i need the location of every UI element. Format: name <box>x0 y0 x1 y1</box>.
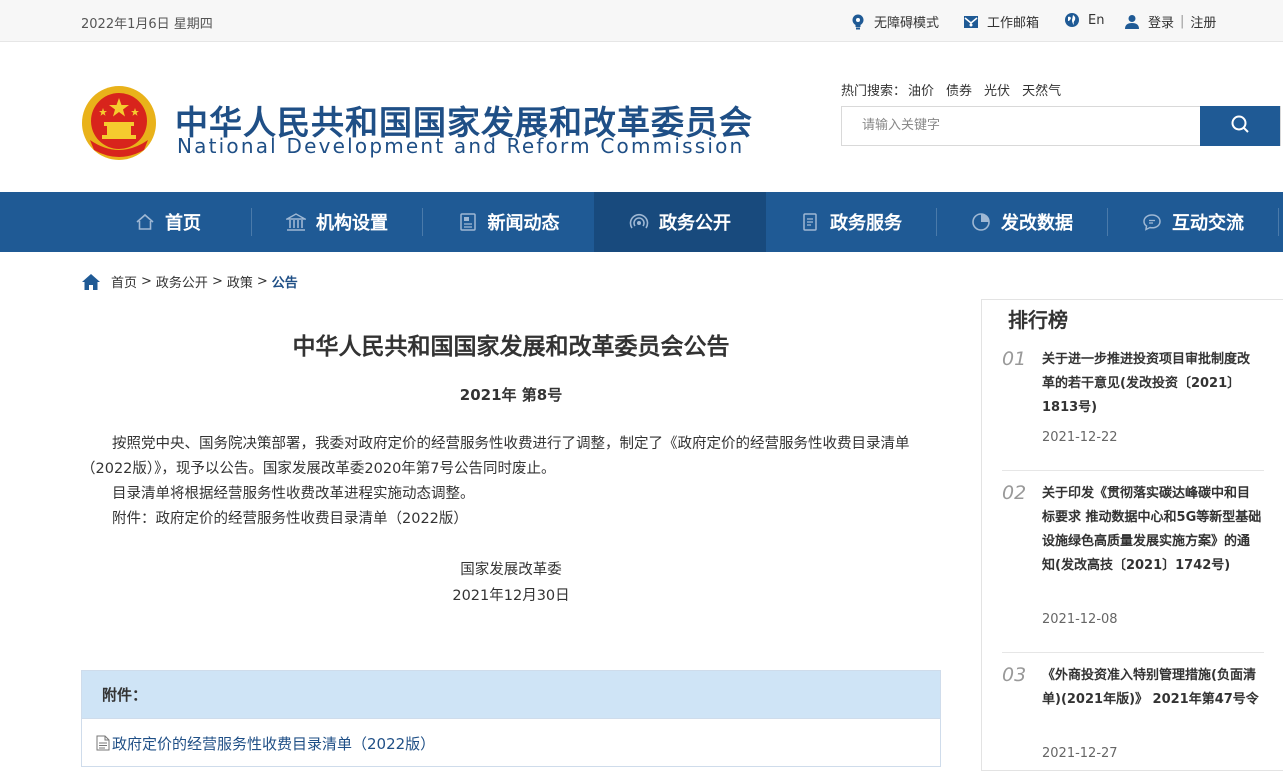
mailbox-label: 工作邮箱 <box>987 16 1040 31</box>
article-sign-date: 2021年12月30日 <box>452 588 570 604</box>
article-paragraph: 目录清单将根据经营服务性收费改革进程实施动态调整。 <box>112 486 475 502</box>
attachment-link-text: 政府定价的经营服务性收费目录清单（2022版） <box>112 734 436 753</box>
language-label: En <box>1088 12 1105 28</box>
english-version-link[interactable]: En <box>1064 12 1104 28</box>
main-nav: 首页 机构设置 新闻动态 政务公开 政务服务 发改数据 互动交流 <box>0 192 1283 252</box>
ranking-item-title[interactable]: 《外商投资准入特别管理措施(负面清单)(2021年版)》 2021年第47号令 <box>1042 664 1262 712</box>
hot-keyword[interactable]: 光伏 <box>984 80 1010 99</box>
article-paragraph: 按照党中央、国务院决策部署，我委对政府定价的经营服务性收费进行了调整，制定了《政… <box>81 436 910 477</box>
breadcrumb-separator: > <box>141 274 152 289</box>
ranking-title: 排行榜 <box>1008 308 1068 332</box>
current-date: 2022年1月6日 星期四 <box>81 17 213 32</box>
site-header: 中华人民共和国国家发展和改革委员会 National Development a… <box>0 42 1283 192</box>
site-title-english: National Development and Reform Commissi… <box>177 134 745 158</box>
hot-search: 热门搜索： 油价 债券 光伏 天然气 <box>841 80 1073 99</box>
breadcrumb-link[interactable]: 政务公开 <box>156 272 208 291</box>
nav-label: 首页 <box>165 213 201 234</box>
ranking-item-date: 2021-12-08 <box>1042 612 1118 627</box>
hot-keyword[interactable]: 天然气 <box>1022 80 1061 99</box>
article-paragraph: 附件：政府定价的经营服务性收费目录清单（2022版） <box>112 511 468 527</box>
ranking-divider <box>1002 470 1264 471</box>
breadcrumb-separator: > <box>256 274 268 289</box>
nav-label: 新闻动态 <box>487 213 560 234</box>
pie-chart-icon <box>971 212 991 232</box>
ranking-divider <box>1002 652 1264 653</box>
attachment-header: 附件： <box>82 671 940 719</box>
hot-keyword[interactable]: 油价 <box>908 80 934 99</box>
work-mailbox-link[interactable]: 工作邮箱 <box>963 12 1039 31</box>
building-icon <box>286 212 306 232</box>
ranking-item-date: 2021-12-27 <box>1042 746 1118 761</box>
document-icon <box>800 212 820 232</box>
ranking-number: 01 <box>1002 348 1027 370</box>
nav-label: 互动交流 <box>1172 213 1244 234</box>
nav-item-organization[interactable]: 机构设置 <box>252 192 422 252</box>
nav-label: 发改数据 <box>1001 213 1073 234</box>
breadcrumb-current[interactable]: 公告 <box>272 272 298 291</box>
news-icon <box>458 212 478 232</box>
breadcrumb-link[interactable]: 首页 <box>111 272 137 291</box>
account-links: 登录 | 注册 <box>1124 12 1216 31</box>
search-icon <box>1230 114 1250 138</box>
article-number: 2021年 第8号 <box>459 386 563 404</box>
nav-item-gov-affairs[interactable]: 政务公开 <box>594 192 766 252</box>
nav-item-interaction[interactable]: 互动交流 <box>1108 192 1278 252</box>
attachment-box: 附件： 政府定价的经营服务性收费目录清单（2022版） <box>81 670 941 767</box>
search-input[interactable]: 请输入关键字 <box>842 107 1202 145</box>
ranking-item-date: 2021-12-22 <box>1042 430 1118 445</box>
ranking-number: 02 <box>1002 482 1027 504</box>
home-icon[interactable] <box>81 273 101 291</box>
top-utility-bar: 2022年1月6日 星期四 无障碍模式 工作邮箱 En 登录 | 注册 <box>0 0 1283 42</box>
search-box: 请输入关键字 <box>841 106 1281 146</box>
article-signer: 国家发展改革委 <box>460 562 562 578</box>
hot-keyword[interactable]: 债券 <box>946 80 972 99</box>
nav-label: 政务公开 <box>659 213 731 234</box>
article-title: 中华人民共和国国家发展和改革委员会公告 <box>292 334 730 360</box>
hot-search-label: 热门搜索： <box>841 84 907 99</box>
breadcrumb: 首页 > 政务公开 > 政策 > 公告 <box>81 272 298 291</box>
ranking-panel: 排行榜 01 关于进一步推进投资项目审批制度改革的若干意见(发改投资〔2021〕… <box>981 299 1283 771</box>
broadcast-icon <box>629 212 649 232</box>
nav-item-news[interactable]: 新闻动态 <box>423 192 594 252</box>
globe-icon <box>1064 12 1080 28</box>
breadcrumb-separator: > <box>211 274 223 289</box>
nav-label: 机构设置 <box>316 213 388 234</box>
register-link[interactable]: 注册 <box>1190 12 1216 31</box>
ranking-item-title[interactable]: 关于进一步推进投资项目审批制度改革的若干意见(发改投资〔2021〕1813号) <box>1042 348 1262 420</box>
nav-item-gov-services[interactable]: 政务服务 <box>766 192 936 252</box>
login-link[interactable]: 登录 <box>1148 12 1174 31</box>
search-button[interactable] <box>1200 106 1280 146</box>
nav-divider <box>1278 208 1279 236</box>
user-icon <box>1124 14 1140 30</box>
mailbox-icon <box>963 14 979 30</box>
home-icon <box>135 212 155 232</box>
nav-item-data[interactable]: 发改数据 <box>937 192 1107 252</box>
account-separator: | <box>1180 14 1185 29</box>
nav-item-home[interactable]: 首页 <box>85 192 251 252</box>
attachment-link[interactable]: 政府定价的经营服务性收费目录清单（2022版） <box>82 719 940 767</box>
lightbulb-icon <box>850 14 866 30</box>
file-icon <box>96 735 110 751</box>
national-emblem-icon[interactable] <box>80 84 158 162</box>
ranking-item-title[interactable]: 关于印发《贯彻落实碳达峰碳中和目标要求 推动数据中心和5G等新型基础设施绿色高质… <box>1042 482 1262 578</box>
accessibility-label: 无障碍模式 <box>874 16 940 31</box>
breadcrumb-link[interactable]: 政策 <box>227 272 253 291</box>
accessibility-mode-link[interactable]: 无障碍模式 <box>850 12 939 31</box>
chat-icon <box>1142 212 1162 232</box>
nav-label: 政务服务 <box>830 213 902 234</box>
ranking-number: 03 <box>1002 664 1027 686</box>
